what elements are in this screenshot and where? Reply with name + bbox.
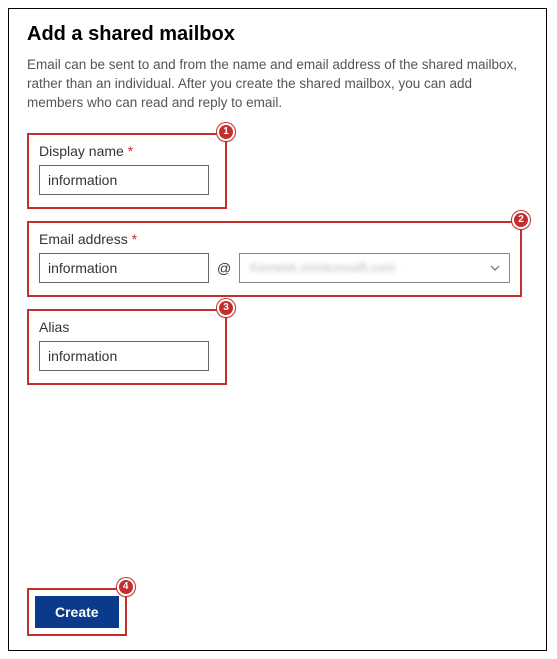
alias-group: 3 Alias [27, 309, 227, 385]
required-asterisk: * [132, 231, 137, 247]
annotation-badge-2: 2 [512, 211, 530, 229]
annotation-badge-3: 3 [217, 299, 235, 317]
email-domain-select[interactable]: KernelA.onmicrosoft.com [239, 253, 510, 283]
add-shared-mailbox-panel: Add a shared mailbox Email can be sent t… [8, 8, 547, 651]
page-title: Add a shared mailbox [27, 23, 528, 46]
annotation-badge-1: 1 [217, 123, 235, 141]
display-name-label: Display name * [39, 143, 215, 159]
email-address-group: 2 Email address * @ KernelA.onmicrosoft.… [27, 221, 522, 297]
display-name-group: 1 Display name * [27, 133, 227, 209]
email-row: @ KernelA.onmicrosoft.com [39, 253, 510, 283]
label-text: Display name [39, 143, 124, 159]
display-name-input[interactable] [39, 165, 209, 195]
alias-label: Alias [39, 319, 215, 335]
label-text: Email address [39, 231, 128, 247]
email-local-input[interactable] [39, 253, 209, 283]
at-symbol: @ [217, 260, 231, 276]
annotation-badge-4: 4 [117, 578, 135, 596]
create-button-group: 4 Create [27, 588, 127, 636]
page-description: Email can be sent to and from the name a… [27, 56, 528, 113]
chevron-down-icon [489, 262, 501, 274]
required-asterisk: * [128, 143, 133, 159]
create-button[interactable]: Create [35, 596, 119, 628]
email-address-label: Email address * [39, 231, 510, 247]
label-text: Alias [39, 319, 69, 335]
domain-text: KernelA.onmicrosoft.com [250, 260, 395, 275]
alias-input[interactable] [39, 341, 209, 371]
